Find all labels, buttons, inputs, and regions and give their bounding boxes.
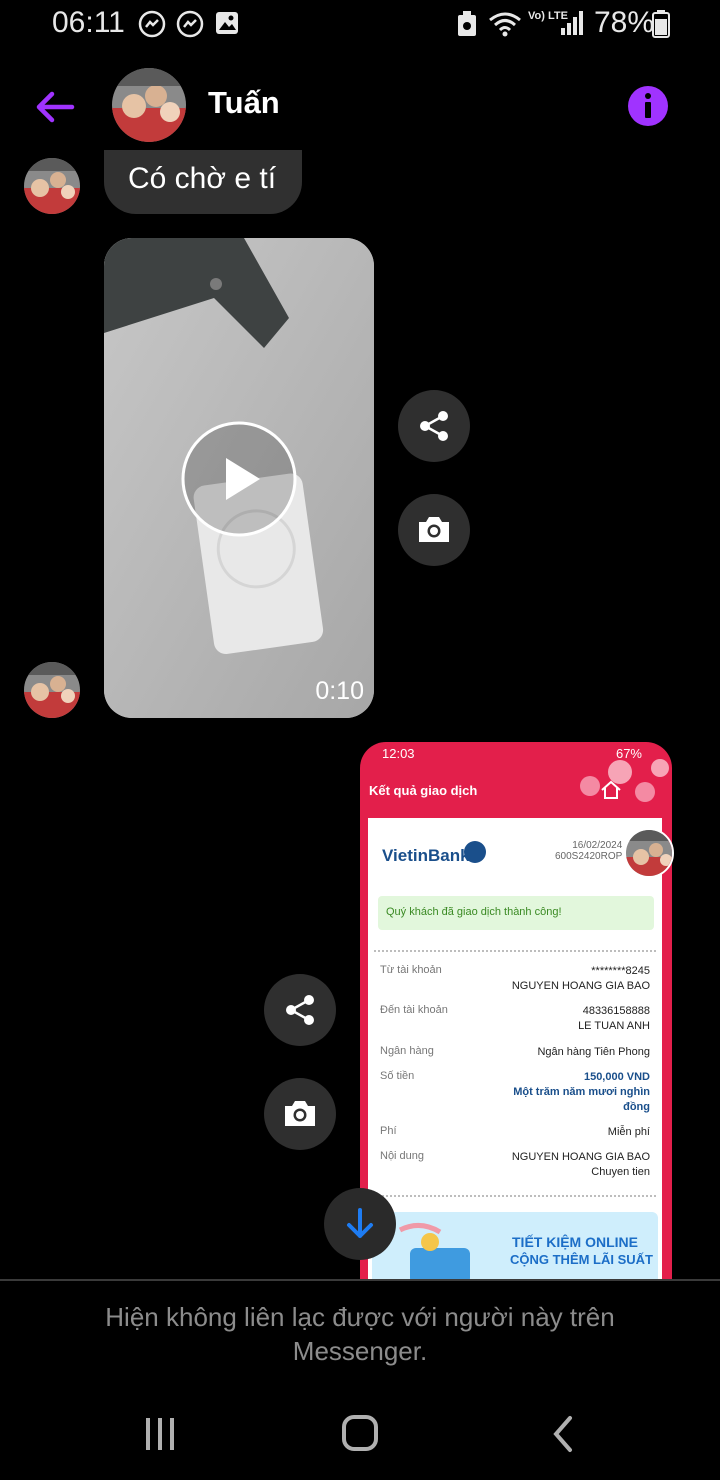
home-button[interactable] — [330, 1408, 390, 1460]
video-duration: 0:10 — [315, 677, 364, 705]
receipt-date-value: 16/02/2024 — [572, 840, 623, 851]
signal-icon — [560, 10, 584, 41]
divider — [374, 950, 656, 952]
row-value: NGUYEN HOANG GIA BAO Chuyen tien — [512, 1150, 650, 1180]
chat-header: Tuấn — [0, 60, 720, 155]
composer-divider — [0, 1279, 720, 1281]
receipt-card: VietinBank 16/02/2024 600S2420ROP Quý kh… — [368, 818, 662, 1280]
row-value-primary: 48336158888 — [582, 1005, 650, 1017]
promo-banner: TIẾT KIỆM ONLINE CỘNG THÊM LÃI SUẤT — [372, 1212, 658, 1280]
row-value-primary: ********8245 — [591, 965, 650, 977]
row-label: Nội dung — [380, 1150, 425, 1162]
row-value: Ngân hàng Tiên Phong — [537, 1045, 650, 1060]
row-value: 48336158888 LE TUAN ANH — [578, 1004, 650, 1034]
contact-avatar[interactable] — [112, 68, 186, 142]
amount-in-words: Một trăm năm mươi nghìn đồng — [513, 1086, 650, 1113]
recent-apps-button[interactable] — [130, 1408, 190, 1460]
row-value: Miễn phí — [608, 1125, 650, 1140]
info-button[interactable] — [626, 84, 670, 128]
share-icon — [420, 411, 448, 441]
promo-subtitle: CỘNG THÊM LÃI SUẤT — [510, 1252, 653, 1267]
receipt-title: Kết quả giao dịch — [369, 783, 478, 798]
row-value-primary: Ngân hàng Tiên Phong — [537, 1046, 650, 1058]
message-text: Có chờ e tí — [128, 162, 277, 195]
save-photo-button[interactable] — [398, 494, 470, 566]
receipt-status-time: 12:03 — [382, 746, 415, 761]
battery-percentage: 78% — [594, 6, 655, 39]
camera-icon — [419, 517, 449, 542]
wifi-icon — [488, 10, 522, 43]
back-arrow-icon — [36, 91, 75, 123]
share-icon — [286, 995, 314, 1025]
share-button[interactable] — [264, 974, 336, 1046]
receipt-reference: 600S2420ROP — [555, 851, 623, 862]
row-value-primary: NGUYEN HOANG GIA BAO — [511, 1151, 650, 1163]
image-message[interactable]: 12:03 67% Kết quả giao dịch VietinBank 1… — [360, 742, 672, 1280]
row-value-secondary: LE TUAN ANH — [578, 1020, 650, 1032]
play-icon — [181, 421, 297, 537]
row-value-secondary: Chuyen tien — [591, 1166, 650, 1178]
promo-title: TIẾT KIỆM ONLINE — [512, 1234, 638, 1250]
recycle-icon — [456, 10, 478, 43]
vietinbank-logo-icon — [464, 841, 486, 863]
messenger-notification-icon — [138, 10, 166, 43]
video-message[interactable]: 0:10 — [104, 238, 374, 718]
recent-apps-icon — [146, 1418, 174, 1450]
share-button[interactable] — [398, 390, 470, 462]
sender-avatar[interactable] — [24, 662, 80, 718]
messenger-notification-icon — [176, 10, 204, 43]
home-icon — [342, 1415, 378, 1451]
success-banner: Quý khách đã giao dịch thành công! — [378, 896, 654, 930]
save-photo-button[interactable] — [264, 1078, 336, 1150]
scroll-to-bottom-button[interactable] — [324, 1188, 396, 1260]
camera-icon — [285, 1101, 315, 1126]
contact-name[interactable]: Tuấn — [208, 85, 280, 121]
system-back-button[interactable] — [534, 1408, 594, 1460]
receipt-date: 16/02/2024 600S2420ROP — [555, 840, 622, 862]
arrow-down-icon — [347, 1208, 373, 1238]
home-icon — [601, 780, 621, 799]
vietinbank-logo: VietinBank — [382, 846, 470, 865]
row-value: 150,000 VND Một trăm năm mươi nghìn đồng — [490, 1070, 650, 1115]
row-value-primary: Miễn phí — [607, 1126, 650, 1138]
row-label: Phí — [380, 1125, 397, 1137]
unavailable-notice: Hiện không liên lạc được với người này t… — [105, 1302, 615, 1366]
play-button[interactable] — [180, 420, 298, 538]
seen-avatar — [624, 828, 674, 878]
chevron-left-icon — [553, 1416, 572, 1452]
info-icon — [628, 86, 668, 126]
status-time: 06:11 — [52, 6, 125, 39]
battery-icon — [652, 10, 670, 43]
sender-avatar[interactable] — [24, 158, 80, 214]
row-label: Từ tài khoản — [380, 964, 442, 976]
row-label: Ngân hàng — [380, 1045, 434, 1057]
divider — [374, 1195, 656, 1197]
back-button[interactable] — [30, 82, 80, 132]
row-value: ********8245 NGUYEN HOANG GIA BAO — [512, 964, 650, 994]
piggy-bank-icon — [398, 1223, 470, 1280]
row-label: Đến tài khoản — [380, 1004, 448, 1016]
row-value-secondary: NGUYEN HOANG GIA BAO — [511, 980, 650, 992]
amount-value: 150,000 VND — [583, 1071, 650, 1083]
message-bubble[interactable]: Có chờ e tí — [104, 150, 302, 214]
status-bar: 06:11 Vo) LTE 78% — [0, 0, 720, 50]
gallery-notification-icon — [214, 10, 240, 41]
row-label: Số tiền — [380, 1070, 415, 1082]
